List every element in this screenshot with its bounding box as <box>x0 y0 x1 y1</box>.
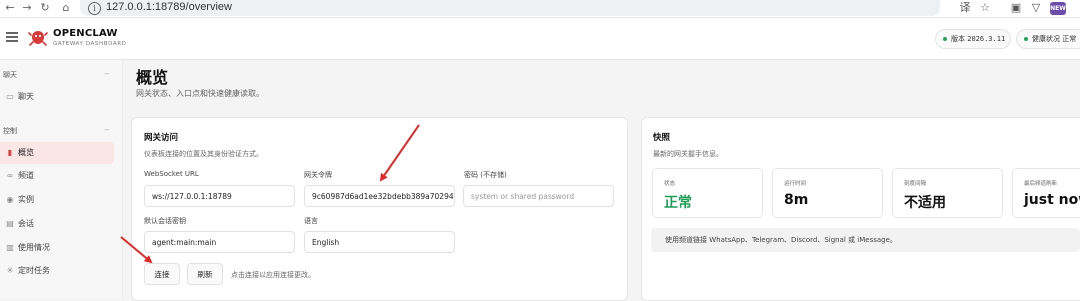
browser-toolbar: ← → ↻ ⌂ i 127.0.0.1:18789/overview 译 ☆ ▣… <box>0 0 1080 18</box>
connect-button[interactable]: 连接 <box>144 263 180 285</box>
gateway-card-subtitle: 仪表板连接的位置及其身份验证方式。 <box>144 150 263 158</box>
stat-label: 最后频道刷新 <box>1024 181 1058 187</box>
channels-note: 使用频道链接 WhatsApp、Telegram、Discord、Signal … <box>651 228 1080 252</box>
vpn-icon[interactable]: ▽ <box>1028 0 1044 17</box>
sidebar-item-usage[interactable]: ▥ 使用情况 <box>0 237 114 259</box>
collapse-icon[interactable]: − <box>104 70 110 78</box>
brand-subtitle: GATEWAY DASHBOARD <box>53 41 127 47</box>
star-icon[interactable]: ☆ <box>977 0 993 17</box>
stat-value: 不适用 <box>904 195 946 211</box>
sidebar-item-label: 使用情况 <box>18 243 50 252</box>
gateway-card-title: 网关访问 <box>144 133 179 143</box>
collapse-icon[interactable]: − <box>104 126 110 134</box>
url-text[interactable]: 127.0.0.1:18789/overview <box>106 1 232 13</box>
session-key-input[interactable]: agent:main:main <box>144 231 295 253</box>
stat-last-channel-refresh: 最后频道刷新 just now <box>1012 168 1080 218</box>
version-value: 2026.3.11 <box>967 35 1006 43</box>
openclaw-logo-icon <box>28 31 48 46</box>
address-bar[interactable]: i 127.0.0.1:18789/overview <box>80 0 940 16</box>
health-pill: 健康状况 正常 <box>1016 29 1080 49</box>
chat-icon: ▭ <box>6 92 14 101</box>
sidebar-item-label: 聊天 <box>18 92 34 101</box>
snapshot-card-subtitle: 最新的网关握手信息。 <box>653 150 723 158</box>
refresh-button[interactable]: 刷新 <box>187 263 223 285</box>
sidebar-item-sessions[interactable]: ▤ 会话 <box>0 213 114 235</box>
site-info-icon[interactable]: i <box>88 2 101 15</box>
stat-tick-interval: 刻度间隔 不适用 <box>892 168 1003 218</box>
reload-icon[interactable]: ↻ <box>37 0 53 17</box>
stat-value: just now <box>1024 192 1080 208</box>
status-dot <box>943 36 947 41</box>
sidebar-item-cron[interactable]: ✳ 定时任务 <box>0 260 114 282</box>
link-icon: ∞ <box>6 171 14 180</box>
stat-value: 正常 <box>664 195 692 211</box>
stat-label: 运行时间 <box>784 181 807 187</box>
chart-icon: ▥ <box>6 243 14 252</box>
stat-value: 8m <box>784 192 809 208</box>
health-label: 健康状况 <box>1032 35 1060 43</box>
sidebar-item-overview[interactable]: ▮ 概览 <box>0 142 114 164</box>
websocket-url-input[interactable]: ws://127.0.0.1:18789 <box>144 185 295 207</box>
session-key-label: 默认会话密钥 <box>144 217 186 225</box>
version-pill: 版本 2026.3.11 <box>935 29 1011 49</box>
forward-icon[interactable]: → <box>19 0 35 17</box>
sidebar-section-chat[interactable]: 聊天 <box>3 70 17 80</box>
file-icon: ▤ <box>6 219 14 228</box>
stat-label: 状态 <box>664 181 676 187</box>
radio-icon: ◉ <box>6 195 14 204</box>
sidebar: 聊天 − ▭ 聊天 控制 − ▮ 概览 ∞ 频道 ◉ 实例 ▤ 会话 ▥ 使用情… <box>0 60 123 299</box>
sidebar-item-label: 概览 <box>18 148 34 157</box>
language-select[interactable]: English <box>304 231 455 253</box>
gateway-token-input[interactable]: 9c60987d6ad1ee32bdebb389a70294 <box>304 185 455 207</box>
menu-icon[interactable] <box>6 32 18 42</box>
extension-icon[interactable]: ▣ <box>1008 0 1024 17</box>
stat-label: 刻度间隔 <box>904 181 927 187</box>
app-header: OPENCLAW GATEWAY DASHBOARD 版本 2026.3.11 … <box>0 18 1080 60</box>
sidebar-section-control[interactable]: 控制 <box>3 126 17 136</box>
health-value: 正常 <box>1062 35 1077 43</box>
snapshot-card-title: 快照 <box>653 133 671 143</box>
status-dot <box>1024 36 1028 41</box>
home-icon[interactable]: ⌂ <box>58 0 74 17</box>
version-label: 版本 <box>951 35 965 43</box>
sidebar-item-label: 频道 <box>18 171 34 180</box>
stat-status: 状态 正常 <box>652 168 763 218</box>
brand-title: OPENCLAW <box>53 28 118 39</box>
translate-icon[interactable]: 译 <box>957 0 973 17</box>
sidebar-item-chat[interactable]: ▭ 聊天 <box>0 86 114 108</box>
sidebar-item-label: 定时任务 <box>18 266 50 275</box>
sidebar-item-channels[interactable]: ∞ 频道 <box>0 165 114 187</box>
sidebar-item-label: 实例 <box>18 195 34 204</box>
gateway-token-label: 网关令牌 <box>304 171 332 179</box>
bar-chart-icon: ▮ <box>7 148 13 157</box>
new-badge[interactable]: NEW <box>1050 2 1066 15</box>
back-icon[interactable]: ← <box>2 0 18 17</box>
stat-uptime: 运行时间 8m <box>772 168 883 218</box>
password-input[interactable]: system or shared password <box>463 185 614 207</box>
sidebar-item-instances[interactable]: ◉ 实例 <box>0 189 114 211</box>
sidebar-item-label: 会话 <box>18 219 34 228</box>
websocket-url-label: WebSocket URL <box>144 170 199 178</box>
page-title: 概览 <box>136 68 169 87</box>
connect-hint: 点击连接以应用连接更改。 <box>231 271 315 279</box>
language-label: 语言 <box>304 217 318 225</box>
loader-icon: ✳ <box>6 266 14 275</box>
page-subtitle: 网关状态、入口点和快速健康读取。 <box>136 89 264 98</box>
password-label: 密码 (不存储) <box>464 171 507 179</box>
